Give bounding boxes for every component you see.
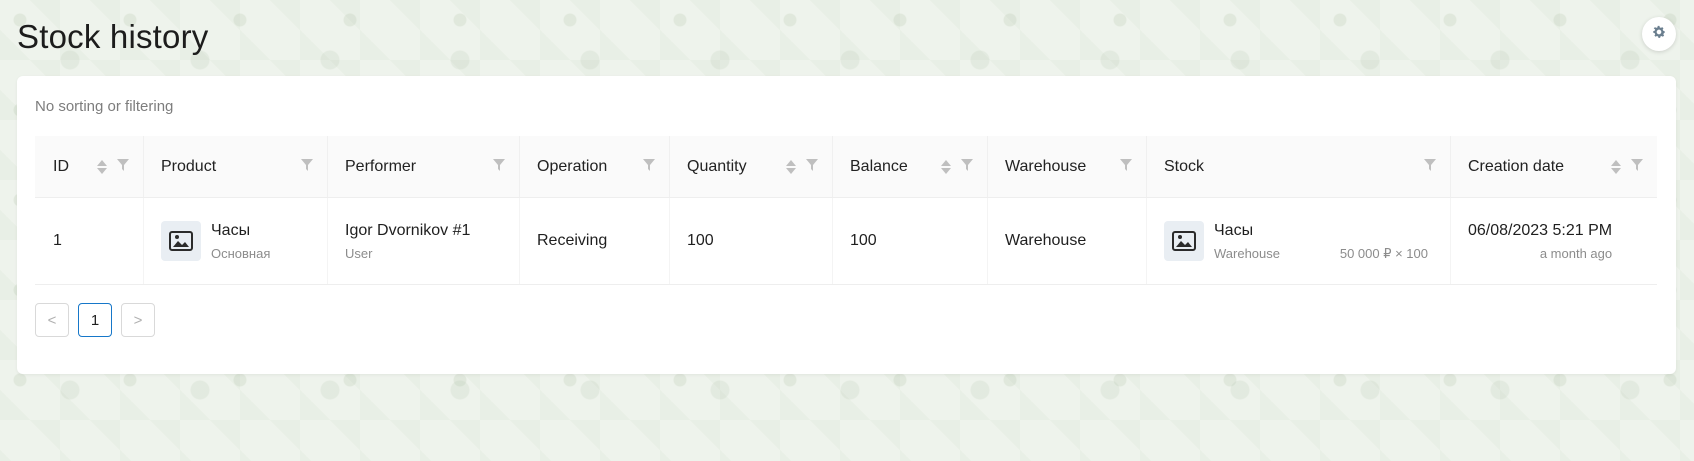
stock-warehouse: Warehouse [1214,245,1280,261]
filter-icon[interactable] [301,158,313,176]
product-name: Часы [211,221,251,239]
filter-icon[interactable] [1120,158,1132,176]
filter-icon[interactable] [117,158,129,176]
cell-creation-date: 06/08/2023 5:21 PM a month ago [1450,198,1657,284]
filter-icon[interactable] [1424,158,1436,176]
cell-stock[interactable]: Часы Warehouse 50 000 ₽ × 100 [1146,198,1450,284]
cell-performer[interactable]: Igor Dvornikov #1 User [327,198,519,284]
column-header-operation[interactable]: Operation [519,136,669,197]
filter-icon[interactable] [643,158,655,176]
column-header-quantity[interactable]: Quantity [669,136,832,197]
cell-operation: Receiving [519,198,669,284]
stock-history-card: No sorting or filtering ID Product Perfo… [17,76,1676,374]
image-icon [161,221,201,261]
product-variant: Основная [211,245,271,261]
cell-quantity: 100 [669,198,832,284]
sort-icon[interactable] [1611,159,1621,174]
cell-id: 1 [53,232,62,249]
filter-icon[interactable] [961,158,973,176]
column-header-warehouse[interactable]: Warehouse [987,136,1146,197]
image-icon [1164,221,1204,261]
table-row[interactable]: 1 Часы Основная Igor Dvornikov #1 User R… [35,198,1657,285]
creation-date: 06/08/2023 5:21 PM [1468,221,1613,239]
sort-icon[interactable] [97,159,107,174]
sort-icon[interactable] [786,159,796,174]
column-header-id[interactable]: ID [35,136,143,197]
prev-page-button[interactable]: < [35,303,69,337]
filter-icon[interactable] [806,158,818,176]
column-header-creation-date[interactable]: Creation date [1450,136,1657,197]
creation-date-relative: a month ago [1539,245,1613,261]
filter-icon[interactable] [1631,158,1643,176]
column-header-performer[interactable]: Performer [327,136,519,197]
column-header-stock[interactable]: Stock [1146,136,1450,197]
stock-price: 50 000 ₽ × 100 [1339,246,1428,261]
page-title: Stock history [17,18,209,55]
gear-icon [1651,24,1667,45]
next-page-button[interactable]: > [121,303,155,337]
cell-warehouse: Warehouse [987,198,1146,284]
filter-icon[interactable] [493,158,505,176]
settings-button[interactable] [1642,17,1676,51]
stock-history-table: ID Product Performer Operation Quantity … [35,136,1657,285]
pagination: < 1 > [35,303,155,337]
sort-icon[interactable] [941,159,951,174]
sorting-status: No sorting or filtering [35,98,174,115]
table-header: ID Product Performer Operation Quantity … [35,136,1657,198]
performer-name: Igor Dvornikov #1 [345,221,471,239]
cell-balance: 100 [832,198,987,284]
page-button-1[interactable]: 1 [78,303,112,337]
cell-product[interactable]: Часы Основная [143,198,327,284]
performer-role: User [345,245,373,261]
stock-name: Часы [1214,221,1254,239]
column-header-balance[interactable]: Balance [832,136,987,197]
column-header-product[interactable]: Product [143,136,327,197]
